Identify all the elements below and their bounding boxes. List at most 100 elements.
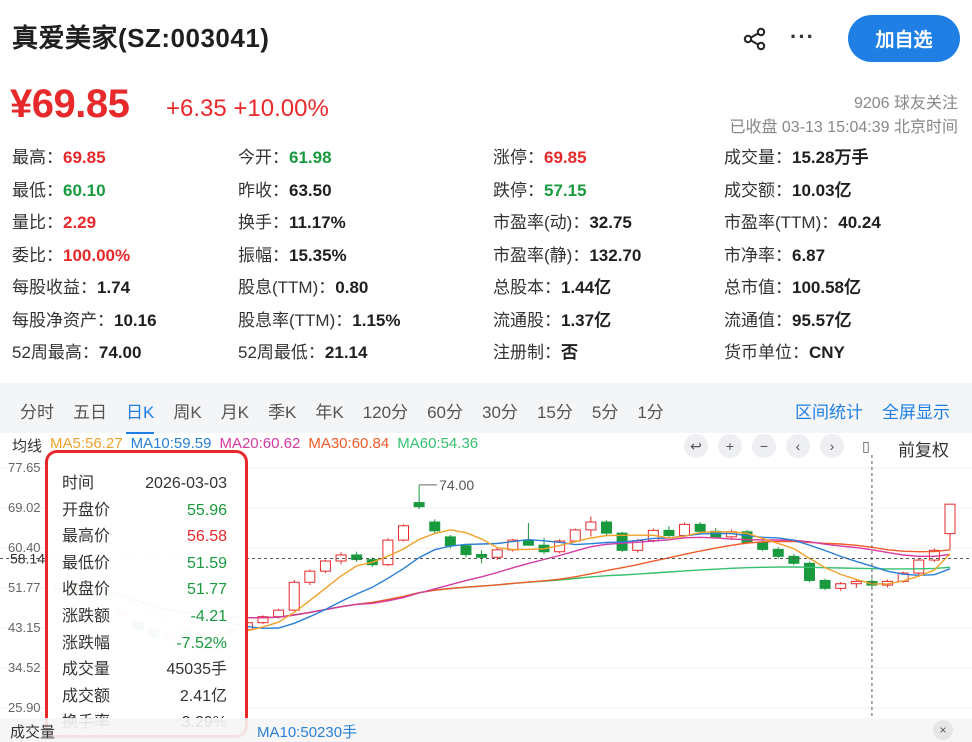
quote-label: 市盈率(TTM)：: [724, 213, 839, 232]
more-icon[interactable]: ···: [790, 24, 815, 50]
quote-value: 15.35%: [289, 245, 347, 265]
range-stats-link[interactable]: 区间统计: [795, 398, 863, 423]
quote-value: 1.44亿: [561, 278, 612, 297]
volume-ma10: MA10:50230手: [257, 724, 358, 741]
tab-period[interactable]: 120分: [363, 398, 408, 423]
quote-value: 132.70: [589, 245, 642, 265]
candle-body: [788, 555, 800, 564]
max-price-label: 74.00: [439, 477, 474, 493]
candle-body: [944, 503, 956, 535]
quote-value: 32.75: [589, 213, 632, 232]
quote-cell: 换手：11.17%: [238, 211, 493, 235]
tooltip-label: 涨跌额: [62, 607, 111, 625]
candle-body: [600, 521, 612, 534]
quote-label: 涨停：: [493, 148, 544, 167]
y-tick-label: 25.90: [8, 700, 41, 715]
quote-value: 15.28万手: [792, 148, 869, 167]
quote-cell: 量比：2.29: [12, 211, 238, 235]
tab-period[interactable]: 60分: [427, 398, 463, 423]
tab-period[interactable]: 年K: [315, 398, 343, 423]
quote-label: 量比：: [12, 213, 63, 232]
candle-body: [772, 548, 784, 557]
quote-value: 95.57亿: [792, 310, 852, 330]
quote-value: 否: [561, 343, 578, 362]
tooltip-row: 涨跌额 -4.21: [62, 604, 227, 631]
tooltip-value: 2026-03-03: [145, 475, 227, 492]
quote-cell: 市净率：6.87: [724, 244, 962, 268]
quote-cell: 每股净资产：10.16: [12, 309, 238, 333]
tab-period[interactable]: 日K: [126, 398, 155, 434]
price-change: +6.35 +10.00%: [166, 95, 329, 122]
tab-period[interactable]: 月K: [221, 398, 249, 423]
current-price: ¥69.85: [10, 82, 130, 126]
tooltip-row: 时间 2026-03-03: [62, 471, 227, 498]
candle-body: [476, 553, 488, 558]
quote-label: 股息率(TTM)：: [238, 310, 353, 330]
quote-value: 0.80: [335, 278, 369, 297]
quote-value: 69.85: [544, 148, 587, 167]
quote-cell: 货币单位：CNY: [724, 341, 962, 365]
quote-value: 40.24: [838, 213, 881, 232]
quote-value: 100.58亿: [792, 278, 861, 297]
candle-body: [398, 525, 410, 541]
quote-cell: 涨停：69.85: [493, 146, 724, 170]
tab-period[interactable]: 15分: [537, 398, 573, 423]
quote-value: 10.03亿: [792, 180, 852, 200]
quote-value: 57.15: [544, 180, 587, 200]
candle-body: [491, 549, 503, 558]
quote-value: 61.98: [289, 148, 332, 167]
quote-cell: 注册制：否: [493, 341, 724, 365]
quote-cell: 每股收益：1.74: [12, 276, 238, 300]
tooltip-label: 最高价: [62, 528, 111, 546]
quote-cell: 最高：69.85: [12, 146, 238, 170]
quote-value: 11.17%: [289, 213, 346, 232]
tab-period[interactable]: 5分: [592, 398, 618, 423]
quote-cell: 委比：100.00%: [12, 244, 238, 268]
tab-period[interactable]: 分时: [20, 398, 54, 423]
candle-body: [304, 570, 316, 583]
close-icon[interactable]: ×: [933, 720, 953, 740]
quote-label: 今开：: [238, 148, 289, 167]
tab-period[interactable]: 周K: [173, 398, 201, 423]
market-status: 已收盘 03-13 15:04:39 北京时间: [729, 119, 958, 136]
quote-label: 总股本：: [493, 278, 561, 297]
tab-period[interactable]: 季K: [268, 398, 296, 423]
quote-value: 60.10: [63, 180, 106, 200]
quote-value: 21.14: [324, 343, 368, 362]
candle-body: [273, 609, 285, 618]
add-watchlist-button[interactable]: 加自选: [848, 15, 960, 62]
candle-body: [335, 554, 347, 562]
candle-body: [460, 545, 472, 555]
y-tick-label: 77.65: [8, 460, 41, 475]
tooltip-row: 收盘价 51.77: [62, 577, 227, 604]
tab-period[interactable]: 1分: [637, 398, 663, 423]
tooltip-row: 最低价 51.59: [62, 551, 227, 578]
quote-value: 1.74: [97, 278, 131, 297]
quote-label: 跌停：: [493, 180, 544, 200]
candle-body: [679, 523, 691, 536]
tooltip-label: 涨跌幅: [62, 634, 111, 652]
tooltip-row: 涨跌幅 -7.52%: [62, 631, 227, 658]
quote-label: 振幅：: [238, 245, 289, 265]
quote-cell: 总股本：1.44亿: [493, 276, 724, 300]
tooltip-label: 成交量: [62, 661, 111, 679]
fullscreen-link[interactable]: 全屏显示: [882, 398, 950, 423]
quote-cell: 市盈率(TTM)：40.24: [724, 211, 962, 235]
share-icon[interactable]: [742, 26, 768, 52]
quote-label: 市盈率(静)：: [493, 245, 590, 265]
quote-cell: 股息率(TTM)：1.15%: [238, 309, 493, 333]
tab-period[interactable]: 五日: [73, 398, 107, 423]
tab-period[interactable]: 30分: [482, 398, 518, 423]
quote-label: 52周最高：: [12, 343, 99, 362]
quote-value: 69.85: [63, 148, 106, 167]
ma60-value: MA60:54.36: [397, 435, 479, 452]
ma30-value: MA30:60.84: [308, 435, 390, 452]
y-tick-label: 34.52: [8, 660, 41, 675]
quote-label: 每股收益：: [12, 278, 97, 297]
follower-count[interactable]: 9206 球友关注: [854, 89, 958, 113]
tooltip-label: 收盘价: [62, 581, 111, 599]
quote-value: 1.15%: [352, 310, 401, 330]
quote-value: 2.29: [63, 213, 97, 232]
quote-grid: 最高：69.85 今开：61.98 涨停：69.85 成交量：15.28万手 最低：60…: [12, 146, 962, 365]
tooltip-value: 2.41亿: [179, 687, 227, 705]
